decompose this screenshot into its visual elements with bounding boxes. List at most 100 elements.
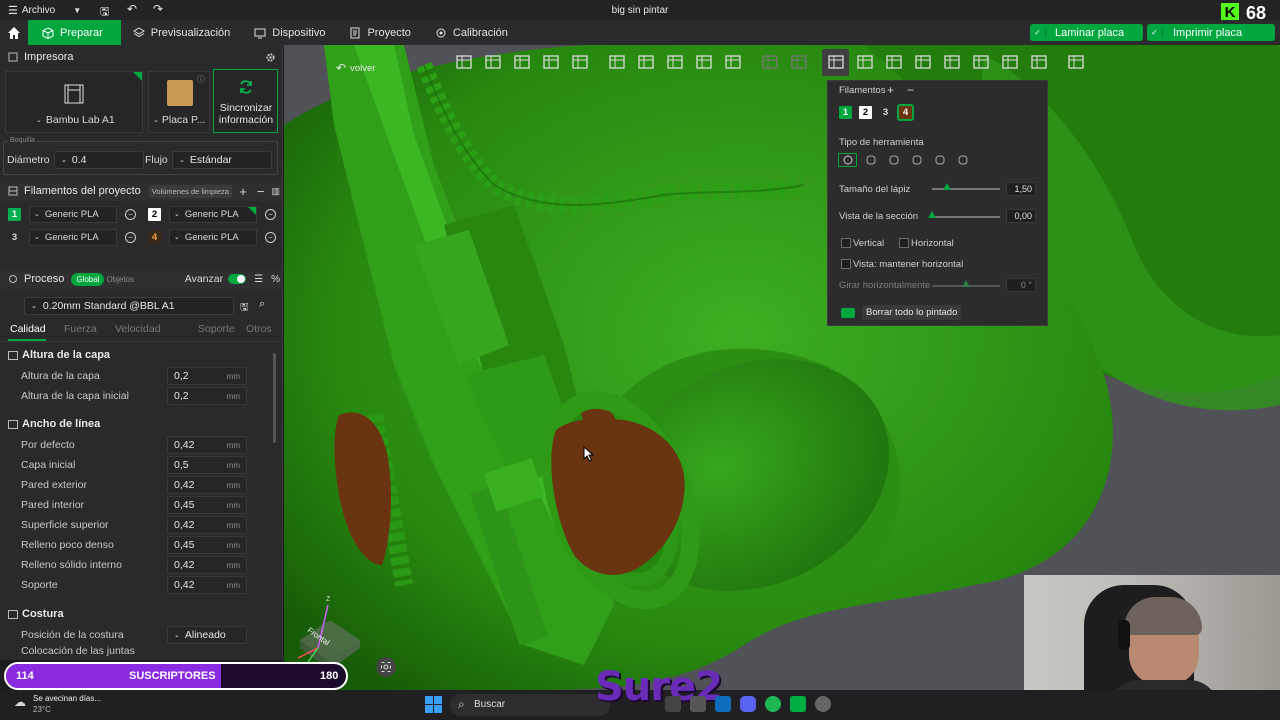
add-object-icon[interactable] (450, 49, 477, 76)
taskbar-search[interactable]: ⌕ Buscar (450, 694, 610, 716)
text-icon[interactable] (851, 49, 878, 76)
redo-icon[interactable]: ↷ (153, 2, 163, 16)
process-profile-select[interactable]: ⌄ 0.20mm Standard @BBL A1 (24, 297, 234, 315)
param-input[interactable]: 0,2 mm (167, 387, 247, 405)
view-icon[interactable] (1062, 49, 1089, 76)
measure-icon[interactable] (1025, 49, 1052, 76)
pen-size-slider[interactable] (932, 183, 1000, 190)
split-icon[interactable] (756, 49, 783, 76)
seam-paint-icon[interactable] (909, 49, 936, 76)
filament-number[interactable]: 2 (148, 207, 161, 221)
sync-filaments-icon[interactable]: ▥ (271, 186, 280, 197)
orient-icon[interactable] (508, 49, 535, 76)
filament-select[interactable]: ⌄ Generic PLA (29, 205, 117, 223)
paint-filament-2[interactable]: 2 (859, 106, 872, 119)
gear-icon[interactable] (265, 52, 276, 63)
start-button[interactable] (425, 696, 442, 713)
slider-knob[interactable] (928, 211, 936, 218)
slice-plate-button[interactable]: ✓ Laminar placa (1030, 24, 1143, 41)
filament-slot[interactable]: 4 ⌄ Generic PLA − (148, 228, 276, 246)
layers-icon[interactable] (566, 49, 593, 76)
tab-preview[interactable]: Previsualización (121, 20, 242, 45)
place-face-icon[interactable] (719, 49, 746, 76)
objects-toggle[interactable]: Objetos (106, 275, 134, 284)
remove-filament-icon[interactable]: − (265, 208, 276, 220)
param-input[interactable]: 0,45 mm (167, 536, 247, 554)
paint-bucket-icon[interactable] (822, 48, 849, 76)
back-button[interactable]: ↶ volver (336, 61, 375, 75)
param-input[interactable]: 0,45 mm (167, 496, 247, 514)
assembly-icon[interactable] (996, 49, 1023, 76)
filament-select[interactable]: ⌄ Generic PLA (169, 228, 257, 246)
orientation-gizmo[interactable]: Z Frontal (290, 596, 370, 670)
slider-knob[interactable] (962, 280, 970, 287)
plate-card[interactable]: ⓘ ⌄ Placa P... (148, 71, 210, 133)
hamburger-icon[interactable]: ☰ (8, 4, 18, 17)
rotate-icon[interactable] (632, 49, 659, 76)
save-profile-icon[interactable]: 🖫 (240, 300, 249, 317)
add-filament-icon[interactable]: + (887, 83, 894, 97)
global-toggle[interactable]: Global (71, 272, 105, 286)
remove-filament-icon[interactable]: − (907, 83, 914, 97)
filament-number[interactable]: 4 (148, 230, 161, 244)
paint-filament-1[interactable]: 1 (839, 106, 852, 119)
param-input[interactable]: ⌄ Alineado (167, 626, 247, 644)
keep-horizontal-checkbox[interactable] (841, 259, 851, 269)
outlook-icon[interactable] (715, 696, 731, 712)
paint-filament-4[interactable]: 4 (897, 104, 914, 121)
tab-calibration[interactable]: Calibración (423, 20, 520, 45)
param-input[interactable]: 0,42 mm (167, 476, 247, 494)
compare-icon[interactable]: % (271, 274, 280, 285)
paint-filament-3[interactable]: 3 (879, 106, 892, 119)
gap-fill-icon[interactable] (930, 153, 949, 167)
printer-card[interactable]: ⌄ Bambu Lab A1 (5, 71, 143, 133)
print-plate-button[interactable]: ✓ Imprimir placa (1147, 24, 1275, 41)
section-view-slider[interactable] (928, 211, 1000, 218)
list-icon[interactable]: ☰ (254, 274, 263, 285)
support-paint-icon[interactable] (880, 49, 907, 76)
3d-viewport[interactable]: ↶ volver Z Frontal (284, 45, 1280, 690)
filament-slot[interactable]: 3 ⌄ Generic PLA − (8, 228, 136, 246)
param-input[interactable]: 0,42 mm (167, 556, 247, 574)
process-tab-4[interactable]: Otros (246, 323, 282, 335)
tab-project[interactable]: Proyecto (337, 20, 422, 45)
height-range-icon[interactable] (953, 153, 972, 167)
cut-icon[interactable] (690, 49, 717, 76)
remove-filament-icon[interactable]: − (265, 231, 276, 243)
info-icon[interactable]: ⓘ (197, 74, 205, 85)
app-icon-1[interactable] (665, 696, 681, 712)
clear-all-button[interactable]: Borrar todo lo pintado (862, 305, 962, 320)
app-icon-2[interactable] (690, 696, 706, 712)
search-icon[interactable]: ⌕ (259, 298, 265, 311)
filament-number[interactable]: 1 (8, 207, 21, 221)
capture-button[interactable] (376, 657, 396, 677)
process-tab-3[interactable]: Soporte (198, 323, 246, 335)
cleaning-volumes-button[interactable]: Volúmenes de limpieza (148, 184, 232, 198)
filament-slot[interactable]: 2 ⌄ Generic PLA − (148, 205, 276, 223)
vertical-checkbox[interactable] (841, 238, 851, 248)
discord-icon[interactable] (740, 696, 756, 712)
param-input[interactable]: 0,2 mm (167, 367, 247, 385)
bambu-studio-icon[interactable] (790, 696, 806, 712)
add-icon[interactable]: + (239, 184, 247, 199)
param-input[interactable]: 0,5 mm (167, 456, 247, 474)
variable-layer-icon[interactable] (967, 49, 994, 76)
tab-prepare[interactable]: Preparar (28, 20, 121, 45)
horizontal-checkbox[interactable] (899, 238, 909, 248)
slider-knob[interactable] (942, 183, 951, 190)
filament-select[interactable]: ⌄ Generic PLA (29, 228, 117, 246)
file-menu[interactable]: ☰ Archivo ▼ (8, 4, 81, 17)
undo-icon[interactable]: ↶ (127, 2, 137, 16)
spotify-icon[interactable] (765, 696, 781, 712)
process-tab-1[interactable]: Fuerza (64, 323, 115, 335)
pen-size-input[interactable]: 1,50 (1006, 182, 1036, 196)
obs-icon[interactable] (815, 696, 831, 712)
flow-select[interactable]: ⌄ Estándar (172, 151, 272, 169)
section-view-input[interactable]: 0,00 (1006, 209, 1036, 223)
param-input[interactable]: 0,42 mm (167, 576, 247, 594)
fuzzy-icon[interactable] (938, 49, 965, 76)
split-parts-icon[interactable] (785, 49, 812, 76)
param-input[interactable]: 0,42 mm (167, 436, 247, 454)
process-tab-2[interactable]: Velocidad (115, 323, 198, 335)
move-icon[interactable] (603, 49, 630, 76)
